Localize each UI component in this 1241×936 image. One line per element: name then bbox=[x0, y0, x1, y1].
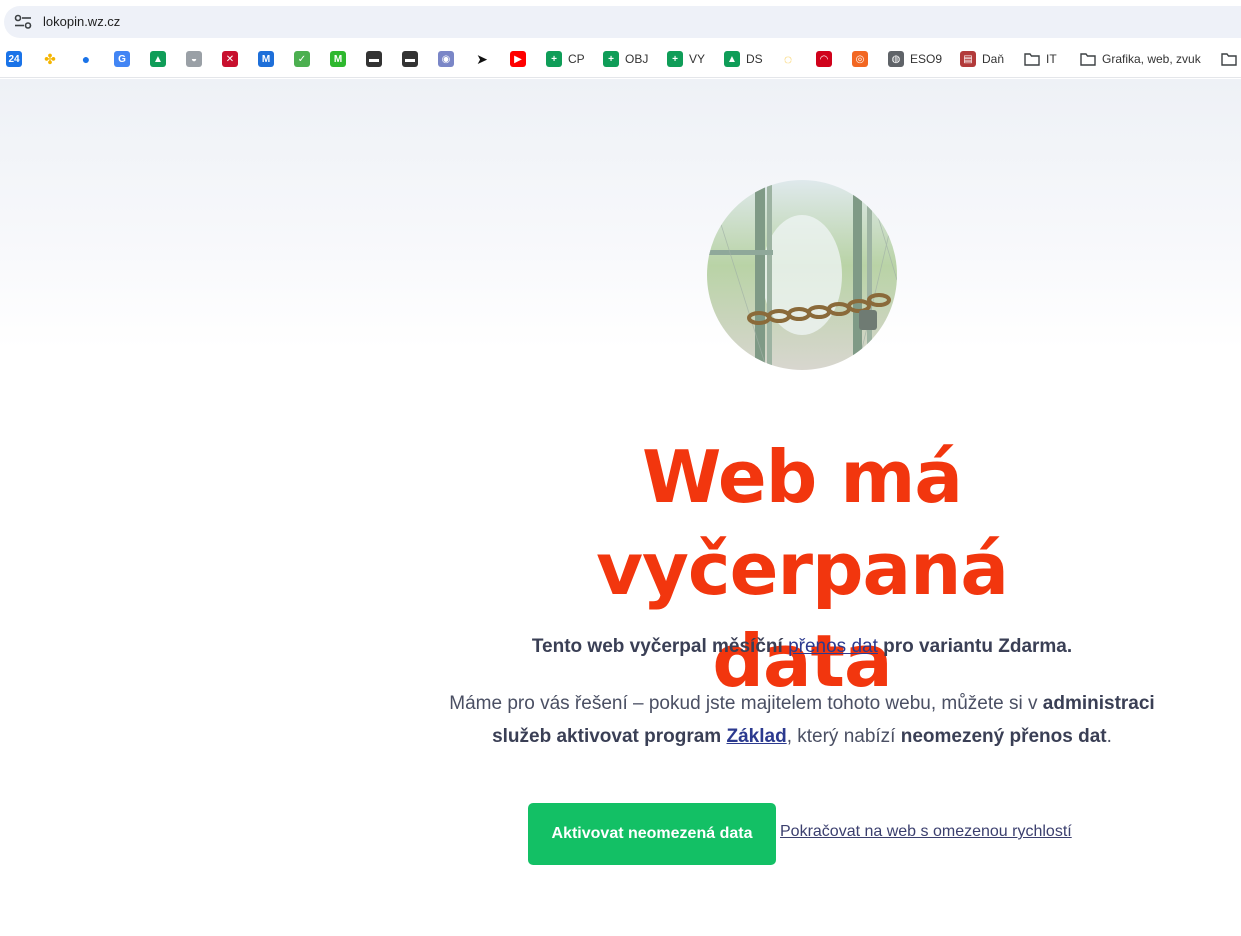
desc-end: . bbox=[1106, 726, 1112, 747]
omnibox[interactable] bbox=[4, 6, 1241, 38]
m-logo-icon: M bbox=[258, 51, 274, 67]
bookmark-orange[interactable]: ◎ bbox=[852, 50, 868, 68]
page-content: Web má vyčerpaná data Tento web vyčerpal… bbox=[0, 79, 1241, 936]
bookmark-check[interactable]: ✓ bbox=[294, 50, 310, 68]
data-transfer-link[interactable]: přenos dat bbox=[788, 636, 878, 657]
desc-part-2: , který nabízí bbox=[786, 726, 901, 747]
description-text: Máme pro vás řešení – pokud jste majitel… bbox=[432, 687, 1172, 753]
continue-limited-speed-link[interactable]: Pokračovat na web s omezenou rychlostí bbox=[780, 823, 1072, 841]
bookmark-label: VY bbox=[689, 52, 706, 66]
bookmark-dan[interactable]: ▤ Daň bbox=[960, 50, 1004, 68]
bookmark-translate[interactable]: G bbox=[114, 50, 130, 68]
bookmark-eso9[interactable]: ◍ ESO9 bbox=[888, 50, 942, 68]
bookmark-grafika[interactable]: Grafika, web, zvuk bbox=[1080, 50, 1201, 68]
drive-icon: ▲ bbox=[724, 51, 740, 67]
desc-part-1: Máme pro vás řešení – pokud jste majitel… bbox=[449, 693, 1043, 714]
union-flag-icon: ✕ bbox=[222, 51, 238, 67]
bookmark-red[interactable]: ◠ bbox=[816, 50, 832, 68]
pinwheel-icon: ✤ bbox=[44, 50, 56, 67]
padlock-gate-icon bbox=[707, 180, 897, 370]
document-icon: ▤ bbox=[960, 51, 976, 67]
sheets-icon: + bbox=[603, 51, 619, 67]
film-icon: ▬ bbox=[402, 51, 418, 67]
bookmark-label: OBJ bbox=[625, 52, 649, 66]
bookmark-obj[interactable]: + OBJ bbox=[603, 50, 648, 68]
address-bar: lokopin.wz.cz bbox=[0, 0, 1241, 40]
sheets-icon: + bbox=[667, 51, 683, 67]
padlock-gate-image bbox=[707, 180, 897, 370]
checkbox-icon: ✓ bbox=[294, 51, 310, 67]
zaklad-link[interactable]: Základ bbox=[726, 726, 786, 747]
person-icon: ● bbox=[81, 51, 91, 67]
bookmark-label: CP bbox=[568, 52, 585, 66]
red-logo-icon: ◠ bbox=[816, 51, 832, 67]
bookmark-photos[interactable]: ✤ bbox=[42, 50, 58, 68]
bookmark-it[interactable]: IT bbox=[1024, 50, 1057, 68]
bookmark-drive[interactable]: ▲ bbox=[150, 50, 166, 68]
page-title-line-1: Web má vyčerpaná bbox=[596, 435, 1009, 611]
bookmark-film-2[interactable]: ▬ bbox=[402, 50, 418, 68]
bookmark-label: Grafika, web, zvuk bbox=[1102, 52, 1201, 66]
lead-after: pro variantu Zdarma. bbox=[877, 636, 1073, 657]
bookmarks-bar: 24 ✤ ● G ▲ ◒ ✕ M ✓ M ▬ ▬ ◉ ➤ ▶ + CP + OBJ + VY ▲ DS ◌ ◠ ◎ ◍ ESO9 ▤ Da… bbox=[0, 40, 1241, 78]
bookmark-basket[interactable]: ◒ bbox=[186, 50, 202, 68]
orange-circle-icon: ◎ bbox=[852, 51, 868, 67]
basket-icon: ◒ bbox=[186, 51, 202, 67]
bookmark-m-green[interactable]: M bbox=[330, 50, 346, 68]
bookmark-m-blue[interactable]: M bbox=[258, 50, 274, 68]
folder-icon bbox=[1221, 51, 1237, 67]
film-icon: ▬ bbox=[366, 51, 382, 67]
lead-before: Tento web vyčerpal měsíční bbox=[531, 636, 789, 657]
avatar-icon: ◉ bbox=[438, 51, 454, 67]
sheets-icon: + bbox=[546, 51, 562, 67]
bookmark-label: Daň bbox=[982, 52, 1005, 66]
cursor-icon: ➤ bbox=[476, 50, 488, 67]
lead-text: Tento web vyčerpal měsíční přenos dat pr… bbox=[432, 636, 1172, 658]
url-text[interactable]: lokopin.wz.cz bbox=[43, 14, 120, 30]
page-title: Web má vyčerpaná data bbox=[432, 431, 1172, 707]
desc-bold-2: neomezený přenos dat bbox=[900, 726, 1107, 747]
bookmark-vy[interactable]: + VY bbox=[667, 50, 705, 68]
bookmark-youtube[interactable]: ▶ bbox=[510, 50, 526, 68]
bookmark-avatar[interactable]: ◉ bbox=[438, 50, 454, 68]
bookmark-film-1[interactable]: ▬ bbox=[366, 50, 382, 68]
bookmark-ds[interactable]: ▲ DS bbox=[724, 50, 763, 68]
m-circle-icon: M bbox=[330, 51, 346, 67]
bookmark-label: DS bbox=[746, 52, 763, 66]
bookmark-flag[interactable]: ✕ bbox=[222, 50, 238, 68]
bookmark-cursor[interactable]: ➤ bbox=[474, 50, 490, 68]
folder-icon bbox=[1024, 51, 1040, 67]
bookmark-cp[interactable]: + CP bbox=[546, 50, 585, 68]
bookmark-ring[interactable]: ◌ bbox=[780, 50, 796, 68]
bookmark-contacts[interactable]: ● bbox=[78, 50, 94, 68]
bookmark-calendar[interactable]: 24 bbox=[6, 50, 22, 68]
translate-icon: G bbox=[114, 51, 130, 67]
youtube-icon: ▶ bbox=[510, 51, 526, 67]
ring-icon: ◌ bbox=[783, 51, 793, 67]
activate-unlimited-data-button[interactable]: Aktivovat neomezená data bbox=[528, 803, 776, 865]
bookmark-label: ESO9 bbox=[910, 52, 943, 66]
globe-icon: ◍ bbox=[888, 51, 904, 67]
bookmark-more-folder[interactable] bbox=[1221, 50, 1237, 68]
bookmark-label: IT bbox=[1046, 52, 1057, 66]
calendar-icon: 24 bbox=[6, 51, 22, 67]
site-settings-icon[interactable] bbox=[14, 14, 32, 30]
drive-icon: ▲ bbox=[150, 51, 166, 67]
folder-icon bbox=[1080, 51, 1096, 67]
